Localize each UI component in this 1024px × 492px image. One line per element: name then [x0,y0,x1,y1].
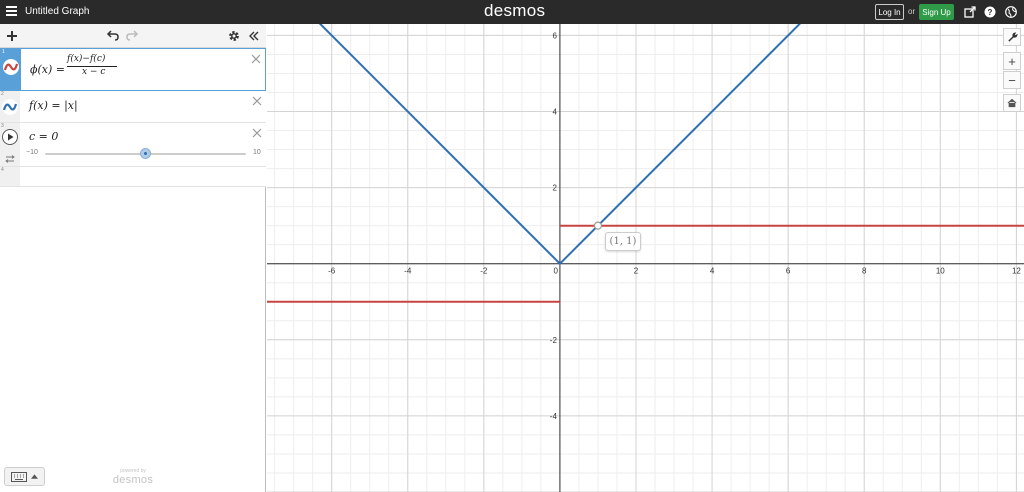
x-tick-label: -4 [404,267,412,276]
svg-text:?: ? [988,8,993,17]
delete-expression-icon[interactable] [252,93,262,106]
desmos-logo: desmos [484,1,546,20]
redo-icon[interactable] [125,28,139,44]
fraction-numerator: f(x)−f(c) [67,54,106,64]
origin-label: 0 [553,267,558,276]
y-tick-label: 2 [552,184,557,193]
globe-icon[interactable] [1004,5,1018,19]
home-icon[interactable] [1003,94,1021,112]
graph-title[interactable]: Untitled Graph [25,6,89,17]
zoom-in-button[interactable]: + [1003,52,1021,70]
fraction-denominator: x − c [82,67,106,77]
play-slider-icon[interactable] [2,129,18,145]
point-coordinate-label[interactable]: (1, 1) [605,232,641,251]
graph-settings-wrench-icon[interactable] [1003,28,1021,46]
traced-point [593,221,603,230]
x-tick-label: 6 [786,267,791,276]
expression-row-phi[interactable]: 1 ϕ(x) = f(x)−f(c) x − c [0,48,266,91]
expression-number: 1 [2,49,5,55]
y-tick-label: 4 [552,108,557,117]
expression-row-c[interactable]: 3 c = 0 −10 10 [0,123,266,167]
x-tick-label: 4 [710,267,715,276]
graph-toggle-icon[interactable] [2,99,18,115]
expression-tab: 2 [0,91,20,122]
graph-toggle-icon[interactable] [3,59,19,75]
y-tick-label: 6 [552,31,557,40]
desmos-app: Untitled Graph desmos Log In or Sign Up … [0,0,1024,492]
slider-max-label[interactable]: 10 [253,149,261,156]
expression-lhs: ϕ(x) = [30,63,65,76]
expression-math[interactable]: f(x) = |x| [29,99,78,112]
expression-toolbar [0,24,266,48]
x-tick-label: -2 [480,267,488,276]
delete-expression-icon[interactable] [252,125,262,138]
expression-number: 2 [1,91,4,97]
y-tick-label: -4 [550,412,558,421]
expression-row-empty[interactable]: 4 [0,167,266,187]
zoom-out-button[interactable]: − [1003,71,1021,89]
top-bar: Untitled Graph desmos Log In or Sign Up … [0,0,1024,24]
expression-row-f[interactable]: 2 f(x) = |x| [0,91,266,123]
x-tick-label: 10 [936,267,945,276]
settings-gear-icon[interactable] [227,28,241,44]
powered-by-desmos[interactable]: powered by desmos [108,468,158,486]
graph-canvas[interactable]: -6 -4 -2 0 2 4 6 8 10 12 6 4 2 -2 -4 [267,24,1024,492]
help-icon[interactable]: ? [983,5,997,19]
delete-expression-icon[interactable] [251,51,261,64]
login-button[interactable]: Log In [875,4,904,20]
expression-math[interactable]: c = 0 [29,130,58,143]
x-tick-label: 8 [862,267,867,276]
share-icon[interactable] [963,5,977,19]
expression-number: 3 [1,123,4,129]
expression-tab: 3 [0,123,20,166]
graph-paper[interactable]: -6 -4 -2 0 2 4 6 8 10 12 6 4 2 -2 -4 [267,24,1024,492]
expression-panel: 1 ϕ(x) = f(x)−f(c) x − c 2 f(x) = |x| 3 … [0,24,266,492]
add-expression-button[interactable] [5,28,19,44]
keyboard-icon [11,471,27,482]
slider-handle[interactable] [140,148,151,159]
x-tick-label: 12 [1012,267,1021,276]
curve-f-abs-x [318,24,801,266]
menu-icon[interactable] [6,6,17,18]
slider-min-label[interactable]: −10 [26,149,38,156]
signup-button[interactable]: Sign Up [919,4,954,20]
powered-by-logo: desmos [112,474,154,486]
y-tick-label: -2 [550,336,558,345]
or-label: or [908,7,916,16]
expression-tab: 4 [0,167,20,186]
x-tick-label: 2 [634,267,639,276]
caret-up-icon [31,474,38,479]
expression-tab: 1 [1,49,21,90]
keyboard-toggle-button[interactable] [4,467,45,486]
slider-settings-icon[interactable] [5,150,15,163]
collapse-panel-icon[interactable] [247,28,261,44]
expression-number: 4 [1,167,4,173]
undo-icon[interactable] [106,28,120,44]
x-tick-label: -6 [328,267,336,276]
